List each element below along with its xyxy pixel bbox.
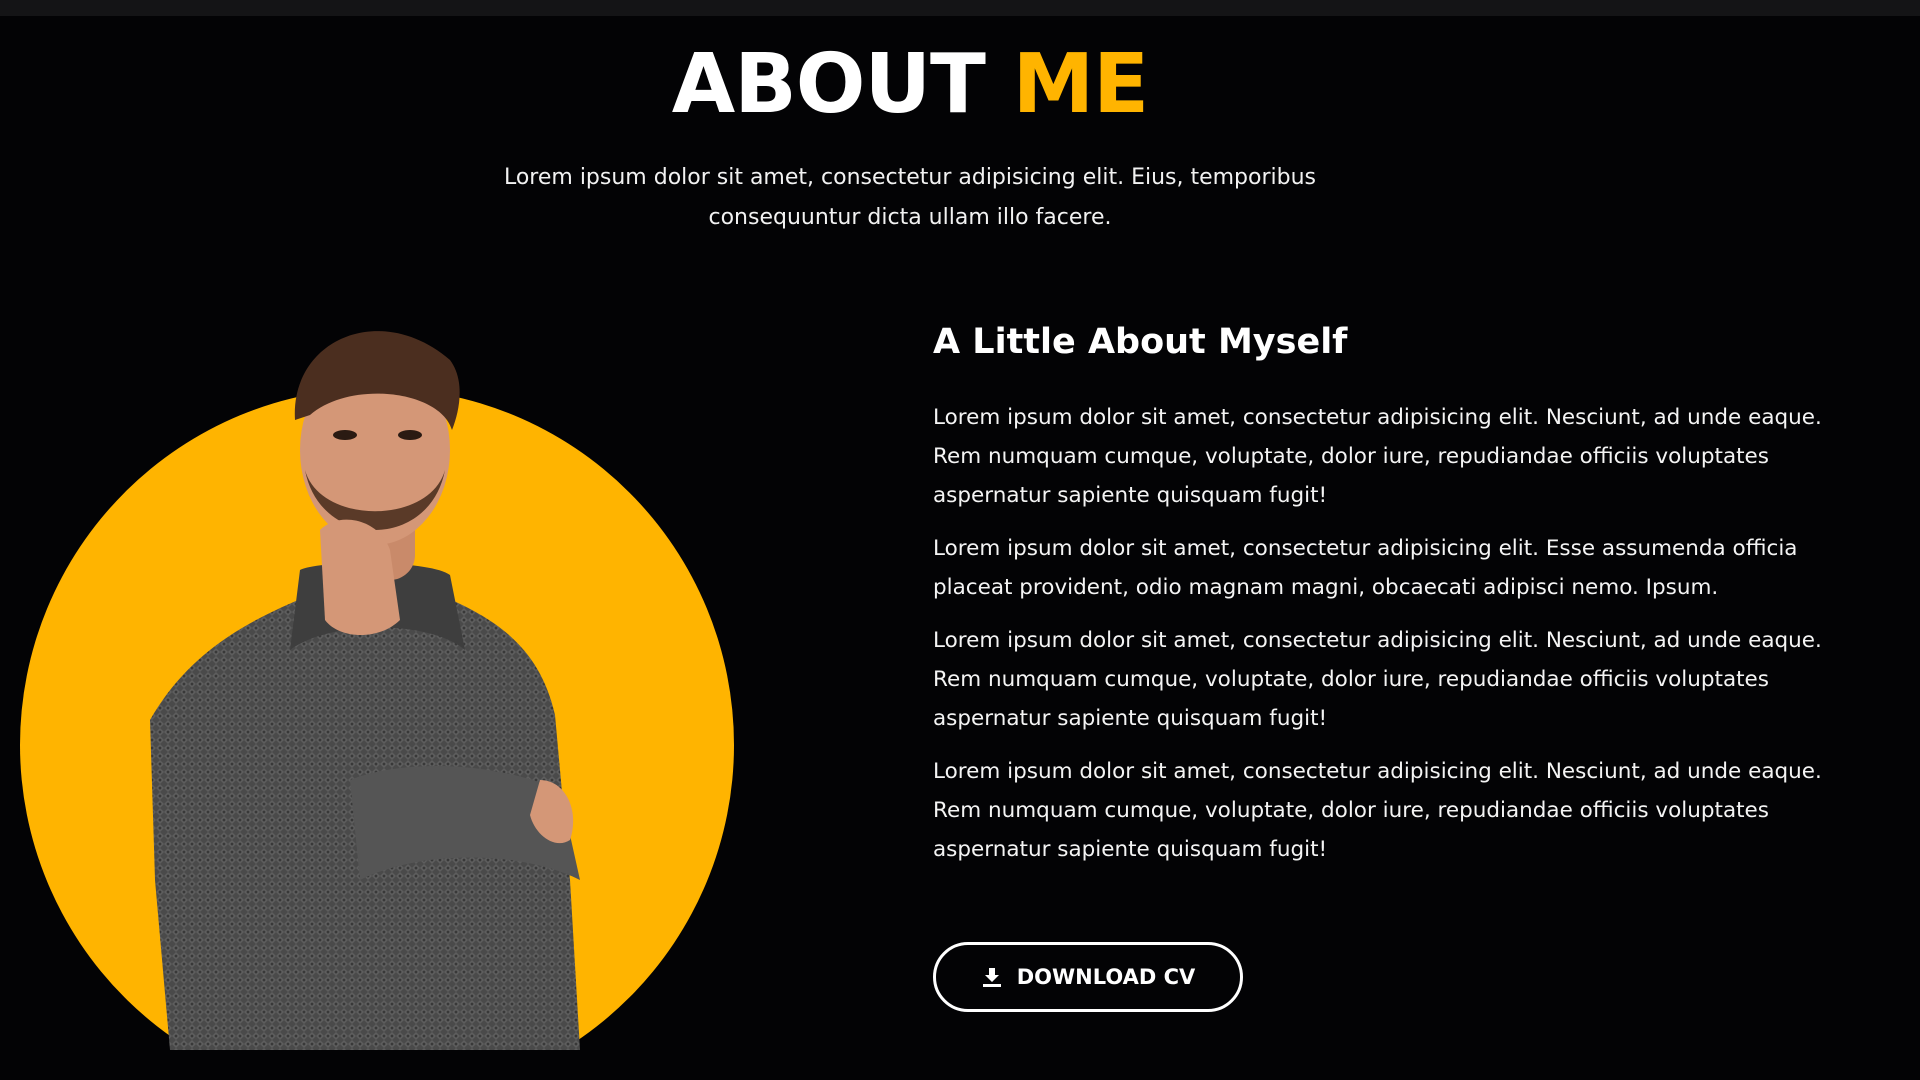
- about-heading: A Little About Myself: [933, 322, 1348, 362]
- about-paragraph: Lorem ipsum dolor sit amet, consectetur …: [933, 405, 1822, 508]
- about-paragraph: Lorem ipsum dolor sit amet, consectetur …: [933, 628, 1822, 731]
- about-paragraph: Lorem ipsum dolor sit amet, consectetur …: [933, 536, 1798, 600]
- section-title-main: ABOUT: [671, 37, 986, 132]
- section-title: ABOUT ME: [0, 40, 1820, 130]
- about-paragraph: Lorem ipsum dolor sit amet, consectetur …: [933, 759, 1822, 862]
- portrait-image: [20, 331, 734, 1050]
- section-title-accent: ME: [1012, 37, 1150, 132]
- download-cv-button[interactable]: DOWNLOAD CV: [933, 942, 1243, 1012]
- download-cv-label: DOWNLOAD CV: [1016, 965, 1196, 989]
- section-intro: Lorem ipsum dolor sit amet, consectetur …: [503, 165, 1317, 230]
- top-bar: [0, 0, 1920, 16]
- download-icon: [981, 966, 1003, 988]
- about-content: A Little About Myself Lorem ipsum dolor …: [933, 312, 1833, 883]
